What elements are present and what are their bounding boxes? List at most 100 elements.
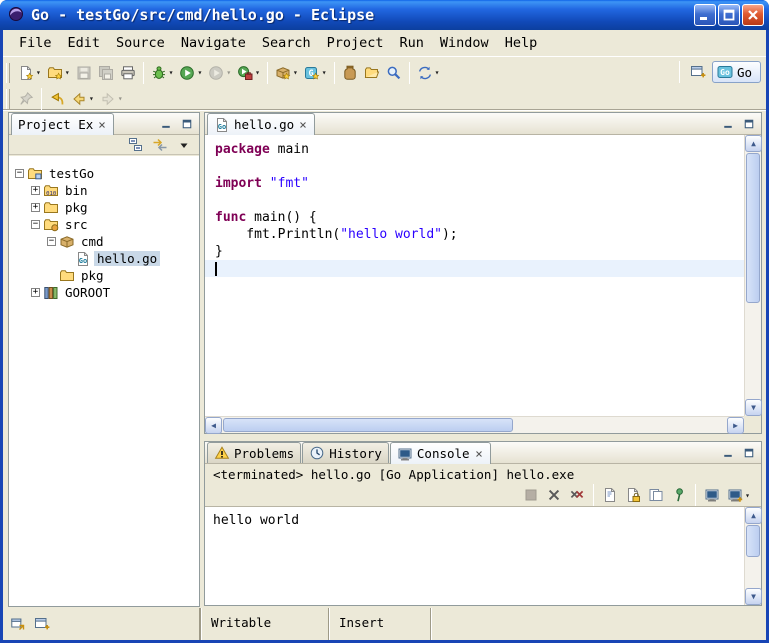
- tree-label[interactable]: hello.go: [94, 251, 160, 266]
- code-line-2[interactable]: [205, 158, 744, 175]
- tree-label[interactable]: pkg: [78, 268, 107, 283]
- menu-run[interactable]: Run: [392, 32, 432, 54]
- tree-item-GOROOT[interactable]: + GOROOT: [9, 284, 199, 301]
- close-tab-icon[interactable]: [474, 449, 484, 459]
- tab-problems[interactable]: Problems: [207, 442, 301, 463]
- menu-search[interactable]: Search: [254, 32, 319, 54]
- tree-item-pkg[interactable]: pkg: [9, 267, 199, 284]
- remove-all-launches-button[interactable]: [566, 483, 588, 507]
- toolbar-grip[interactable]: [6, 63, 10, 83]
- scroll-down-button[interactable]: ▼: [745, 588, 762, 605]
- window-maximize-button[interactable]: [718, 4, 740, 26]
- expand-expander-icon[interactable]: +: [31, 186, 40, 195]
- horizontal-scrollbar-thumb[interactable]: [223, 418, 513, 432]
- new-go-element-button[interactable]: G▾: [301, 61, 330, 85]
- tree-item-testGo[interactable]: − testGo: [9, 165, 199, 182]
- menu-window[interactable]: Window: [432, 32, 497, 54]
- menu-edit[interactable]: Edit: [60, 32, 109, 54]
- run-button[interactable]: ▾: [176, 61, 205, 85]
- debug-button[interactable]: ▾: [148, 61, 177, 85]
- print-button[interactable]: [117, 61, 139, 85]
- vertical-scrollbar-thumb[interactable]: [746, 153, 760, 303]
- minimize-view-button[interactable]: [719, 445, 737, 461]
- scroll-up-button[interactable]: ▲: [745, 507, 762, 524]
- tree-label[interactable]: testGo: [46, 166, 97, 181]
- tab-console[interactable]: Console: [390, 442, 491, 464]
- clear-console-button[interactable]: [599, 483, 621, 507]
- open-perspective-button[interactable]: [687, 60, 709, 84]
- tab-project-explorer[interactable]: Project Ex: [11, 113, 114, 135]
- maximize-view-button[interactable]: [178, 116, 196, 132]
- code-line-6[interactable]: fmt.Println("hello world");: [205, 226, 744, 243]
- tree-label[interactable]: GOROOT: [62, 285, 113, 300]
- pin-console-button[interactable]: [668, 483, 690, 507]
- fast-view-icon[interactable]: [10, 616, 26, 632]
- go-perspective-button[interactable]: Go Go: [712, 61, 761, 83]
- tree-label[interactable]: pkg: [62, 200, 91, 215]
- editor-horizontal-scrollbar[interactable]: ◀ ▶: [205, 416, 744, 433]
- scroll-lock-button[interactable]: [622, 483, 644, 507]
- dropdown-arrow-icon[interactable]: ▾: [89, 94, 94, 103]
- tree-label[interactable]: cmd: [78, 234, 107, 249]
- code-line-3[interactable]: import "fmt": [205, 175, 744, 192]
- open-type-button[interactable]: [339, 61, 361, 85]
- dropdown-arrow-icon[interactable]: ▾: [745, 491, 750, 500]
- scroll-left-button[interactable]: ◀: [205, 417, 222, 434]
- window-close-button[interactable]: [742, 4, 764, 26]
- code-line-8[interactable]: [205, 260, 744, 277]
- last-edit-location-button[interactable]: [46, 87, 68, 111]
- collapse-expander-icon[interactable]: −: [47, 237, 56, 246]
- code-line-7[interactable]: }: [205, 243, 744, 260]
- dropdown-arrow-icon[interactable]: ▾: [65, 68, 70, 77]
- maximize-view-button[interactable]: [740, 116, 758, 132]
- close-tab-icon[interactable]: [298, 120, 308, 130]
- expand-expander-icon[interactable]: +: [31, 203, 40, 212]
- menu-navigate[interactable]: Navigate: [173, 32, 254, 54]
- title-bar[interactable]: Go - testGo/src/cmd/hello.go - Eclipse: [0, 0, 769, 30]
- dropdown-arrow-icon[interactable]: ▾: [197, 68, 202, 77]
- expand-expander-icon[interactable]: +: [31, 288, 40, 297]
- tab-hello-go[interactable]: Go hello.go: [207, 113, 315, 135]
- menu-help[interactable]: Help: [497, 32, 546, 54]
- close-tab-icon[interactable]: [97, 120, 107, 130]
- maximize-view-button[interactable]: [740, 445, 758, 461]
- scroll-up-button[interactable]: ▲: [745, 135, 762, 152]
- menu-project[interactable]: Project: [319, 32, 392, 54]
- dropdown-arrow-icon[interactable]: ▾: [322, 68, 327, 77]
- console-vertical-scrollbar[interactable]: ▲ ▼: [744, 507, 761, 605]
- back-button[interactable]: ▾: [68, 87, 97, 111]
- tree-item-src[interactable]: −src: [9, 216, 199, 233]
- new-go-package-button[interactable]: ▾: [272, 61, 301, 85]
- tree-label[interactable]: bin: [62, 183, 91, 198]
- dropdown-arrow-icon[interactable]: ▾: [226, 68, 231, 77]
- dropdown-arrow-icon[interactable]: ▾: [118, 94, 123, 103]
- menu-source[interactable]: Source: [108, 32, 173, 54]
- open-resource-button[interactable]: [361, 61, 383, 85]
- collapse-expander-icon[interactable]: −: [15, 169, 24, 178]
- tree-item-pkg[interactable]: + pkg: [9, 199, 199, 216]
- dropdown-arrow-icon[interactable]: ▾: [293, 68, 298, 77]
- collapse-all-button[interactable]: [125, 136, 147, 154]
- tree-item-bin[interactable]: +010bin: [9, 182, 199, 199]
- open-console-button[interactable]: ▾: [724, 483, 753, 507]
- search-button[interactable]: [383, 61, 405, 85]
- code-line-5[interactable]: func main() {: [205, 209, 744, 226]
- menu-file[interactable]: File: [11, 32, 60, 54]
- tree-label[interactable]: src: [62, 217, 91, 232]
- code-line-4[interactable]: [205, 192, 744, 209]
- vertical-scrollbar-thumb[interactable]: [746, 525, 760, 557]
- new-menu-button[interactable]: ▾: [44, 61, 73, 85]
- minimize-view-button[interactable]: [719, 116, 737, 132]
- console-output-area[interactable]: hello world ▲ ▼: [205, 506, 761, 605]
- code-line-1[interactable]: package main: [205, 141, 744, 158]
- editor-vertical-scrollbar[interactable]: ▲ ▼: [744, 135, 761, 416]
- external-tools-button[interactable]: ▾: [234, 61, 263, 85]
- scroll-down-button[interactable]: ▼: [745, 399, 762, 416]
- synchronize-button[interactable]: ▾: [414, 61, 443, 85]
- word-wrap-button[interactable]: [645, 483, 667, 507]
- scroll-right-button[interactable]: ▶: [727, 417, 744, 434]
- toolbar-grip[interactable]: [6, 89, 10, 109]
- dropdown-arrow-icon[interactable]: ▾: [435, 68, 440, 77]
- show-view-icon[interactable]: [34, 616, 50, 632]
- minimize-view-button[interactable]: [157, 116, 175, 132]
